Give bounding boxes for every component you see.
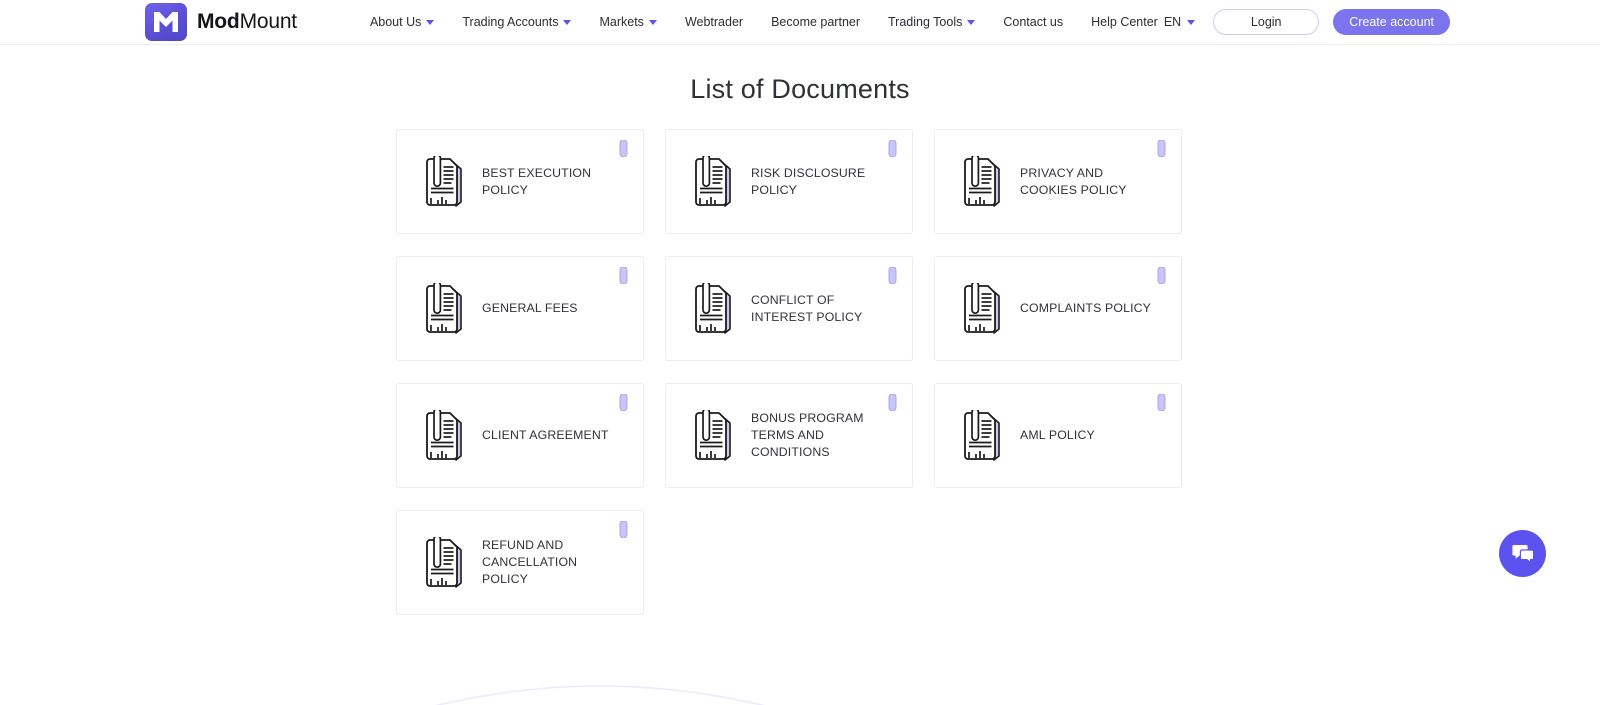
document-card[interactable]: CONFLICT OF INTEREST POLICY [665, 256, 913, 361]
footer-curve-divider [435, 685, 765, 705]
paperclip-icon[interactable] [618, 140, 629, 157]
document-card[interactable]: PRIVACY AND COOKIES POLICY [934, 129, 1182, 234]
document-paperclip-icon [695, 409, 731, 461]
paperclip-icon[interactable] [887, 140, 898, 157]
document-card-label: COMPLAINTS POLICY [1020, 301, 1152, 315]
document-paperclip-icon [964, 409, 1000, 461]
paperclip-icon[interactable] [618, 267, 629, 284]
nav-item-trading-accounts[interactable]: Trading Accounts [462, 15, 572, 29]
brand-logo[interactable]: ModMount [145, 3, 297, 41]
nav-label: Markets [599, 15, 644, 29]
nav-label: About Us [369, 15, 422, 29]
modmount-m-logo-icon [145, 3, 187, 41]
nav-item-contact-us[interactable]: Contact us [1003, 15, 1063, 29]
paperclip-icon[interactable] [887, 267, 898, 284]
document-card[interactable]: BEST EXECUTION POLICY [396, 129, 644, 234]
paperclip-icon[interactable] [618, 521, 629, 538]
chevron-down-icon [1187, 19, 1196, 25]
brand-name-light: Mount [239, 10, 298, 33]
nav-label: Webtrader [684, 15, 744, 29]
language-label: EN [1163, 15, 1182, 29]
document-card[interactable]: REFUND AND CANCELLATION POLICY [396, 510, 644, 615]
document-card[interactable]: AML POLICY [934, 383, 1182, 488]
documents-grid: BEST EXECUTION POLICY RISK DISCLOSURE PO… [396, 129, 1196, 615]
brand-name-bold: Mod [197, 10, 240, 33]
paperclip-icon[interactable] [1156, 394, 1167, 411]
paperclip-icon[interactable] [618, 394, 629, 411]
document-card[interactable]: CLIENT AGREEMENT [396, 383, 644, 488]
document-card-label: PRIVACY AND COOKIES POLICY [1020, 165, 1127, 197]
paperclip-icon[interactable] [1156, 140, 1167, 157]
document-card[interactable]: GENERAL FEES [396, 256, 644, 361]
document-paperclip-icon [426, 282, 462, 334]
document-card-label: BONUS PROGRAM TERMS AND CONDITIONS [751, 411, 864, 459]
document-card-label: CLIENT AGREEMENT [482, 428, 609, 442]
site-header: ModMount About Us Trading Accounts Marke… [0, 0, 1600, 45]
document-card-label: AML POLICY [1020, 428, 1095, 442]
nav-item-help-center[interactable]: Help Center [1091, 15, 1158, 29]
document-paperclip-icon [695, 155, 731, 207]
document-paperclip-icon [695, 282, 731, 334]
document-card-label: REFUND AND CANCELLATION POLICY [482, 538, 578, 586]
nav-item-become-partner[interactable]: Become partner [771, 15, 860, 29]
brand-name: ModMount [197, 10, 297, 34]
paperclip-icon[interactable] [1156, 267, 1167, 284]
page-title: List of Documents [690, 74, 910, 104]
nav-item-markets[interactable]: Markets [599, 15, 657, 29]
chevron-down-icon [563, 19, 572, 25]
header-actions: EN Login Create account [1164, 9, 1450, 35]
document-card[interactable]: BONUS PROGRAM TERMS AND CONDITIONS [665, 383, 913, 488]
document-card-label: GENERAL FEES [482, 301, 578, 315]
chat-bubbles-icon [1511, 544, 1534, 564]
nav-item-trading-tools[interactable]: Trading Tools [888, 15, 976, 29]
chat-widget-button[interactable] [1499, 530, 1546, 577]
main-navigation: About Us Trading Accounts Markets Webtra… [370, 15, 1158, 29]
language-selector[interactable]: EN [1163, 15, 1196, 29]
chevron-down-icon [426, 19, 435, 25]
document-paperclip-icon [426, 536, 462, 588]
nav-label: Contact us [1003, 15, 1064, 29]
document-card-label: BEST EXECUTION POLICY [482, 165, 592, 197]
document-paperclip-icon [964, 155, 1000, 207]
nav-label: Trading Accounts [462, 15, 559, 29]
chevron-down-icon [967, 19, 976, 25]
document-card-label: CONFLICT OF INTEREST POLICY [751, 292, 863, 324]
document-card[interactable]: COMPLAINTS POLICY [934, 256, 1182, 361]
nav-label: Help Center [1091, 15, 1158, 29]
login-button[interactable]: Login [1213, 9, 1320, 35]
document-card[interactable]: RISK DISCLOSURE POLICY [665, 129, 913, 234]
document-paperclip-icon [426, 155, 462, 207]
nav-item-webtrader[interactable]: Webtrader [685, 15, 743, 29]
chevron-down-icon [648, 19, 657, 25]
nav-item-about-us[interactable]: About Us [369, 15, 435, 29]
nav-label: Become partner [771, 15, 861, 29]
document-paperclip-icon [964, 282, 1000, 334]
create-account-button[interactable]: Create account [1333, 9, 1450, 35]
document-paperclip-icon [426, 409, 462, 461]
paperclip-icon[interactable] [887, 394, 898, 411]
nav-label: Trading Tools [888, 15, 963, 29]
document-card-label: RISK DISCLOSURE POLICY [751, 165, 866, 197]
